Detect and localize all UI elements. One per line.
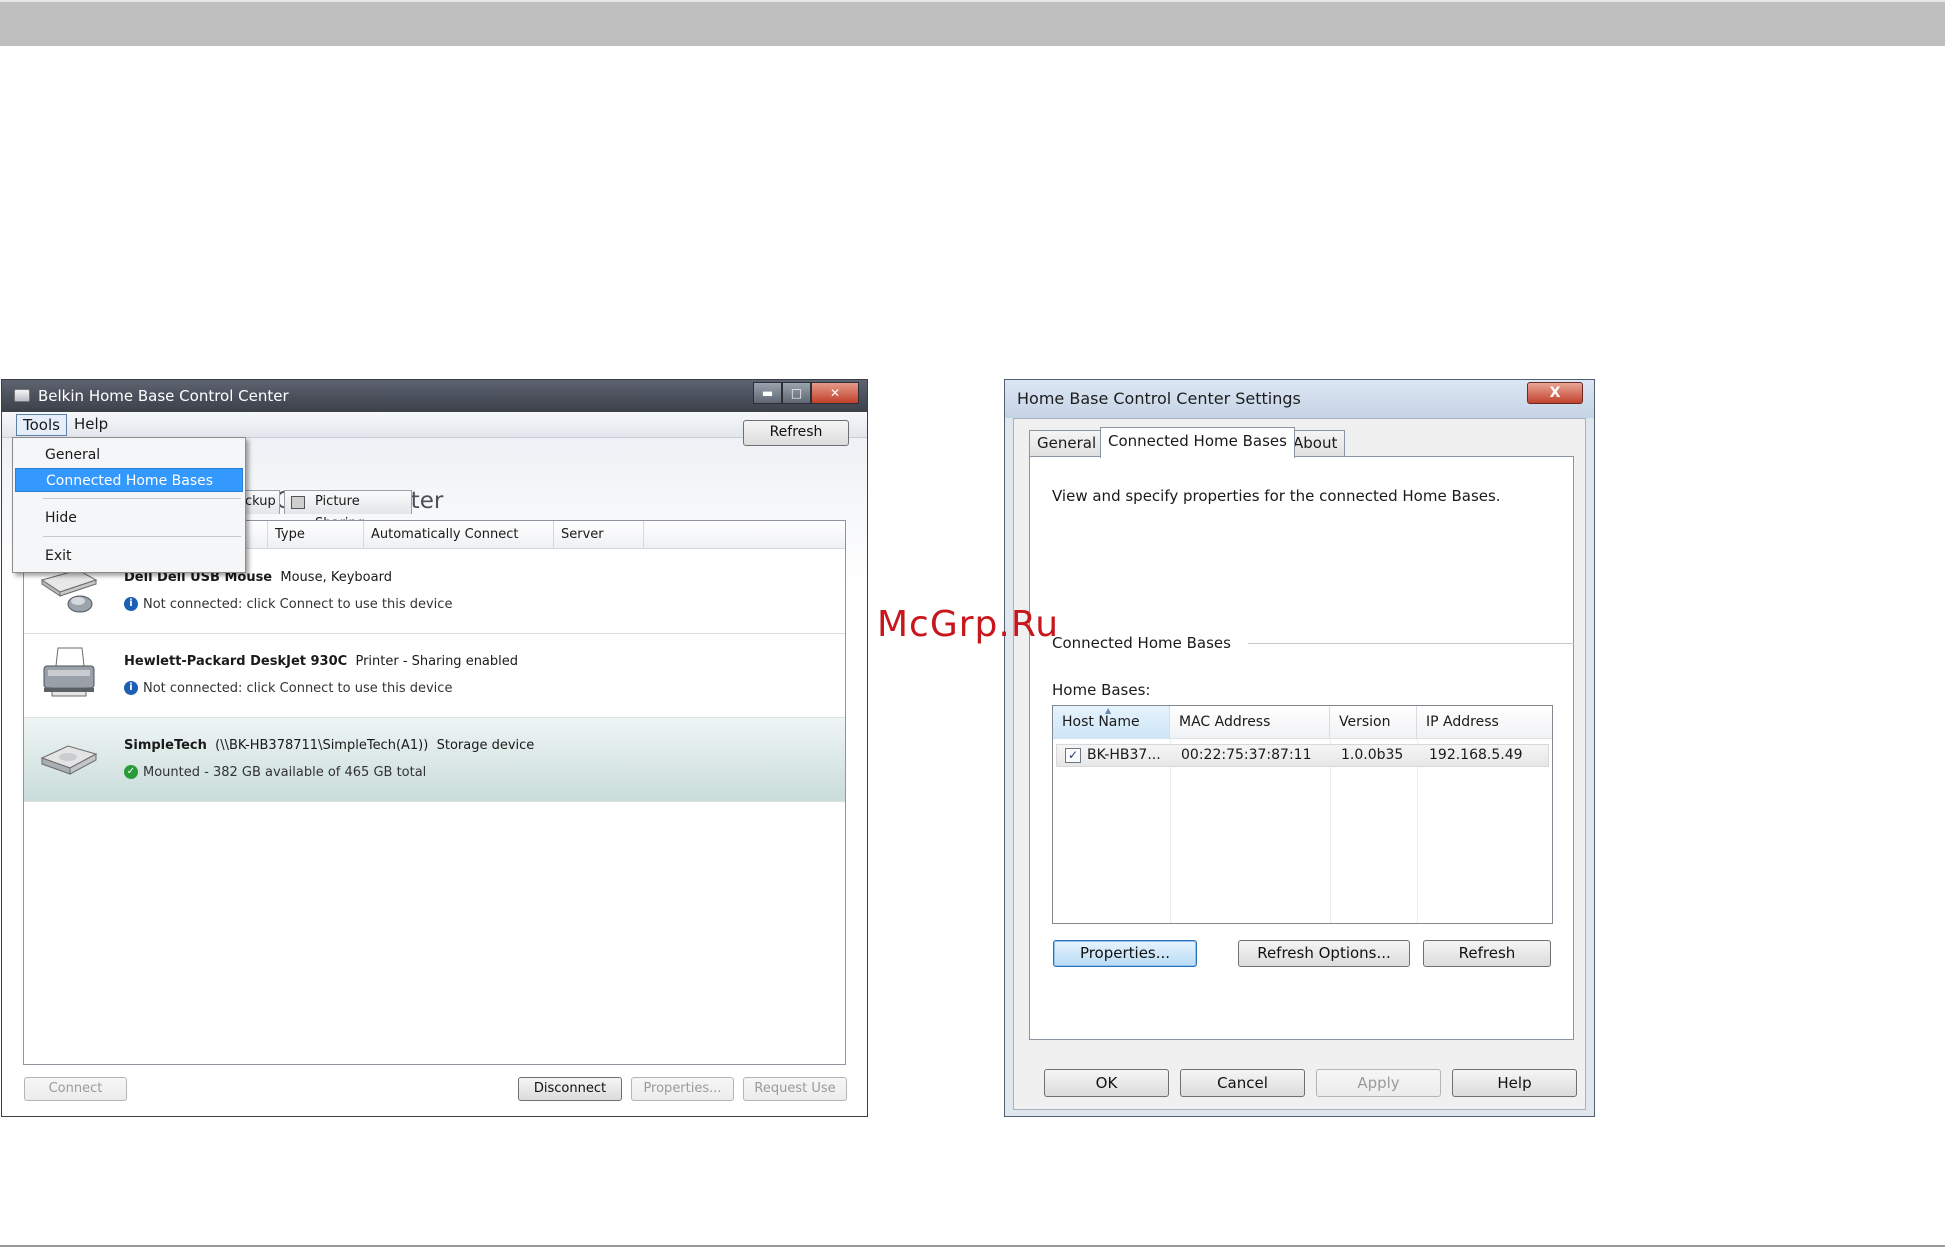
column-host-name[interactable]: ▲ Host Name [1053, 706, 1170, 739]
picture-icon [291, 496, 305, 509]
home-bases-label: Home Bases: [1052, 681, 1151, 699]
column-server[interactable]: Server [553, 521, 643, 549]
home-bases-list: ▲ Host Name MAC Address Version IP Addre… [1052, 705, 1553, 924]
menu-item-general[interactable]: General [15, 443, 243, 467]
device-row[interactable]: Hewlett-Packard DeskJet 930C Printer - S… [24, 634, 845, 718]
tab-panel: View and specify properties for the conn… [1029, 456, 1574, 1040]
menu-bar: Tools Help [2, 412, 867, 438]
tab-picture-sharing[interactable]: Picture Sharing [284, 490, 412, 531]
home-bases-list-header: ▲ Host Name MAC Address Version IP Addre… [1053, 706, 1552, 739]
close-button[interactable]: ✕ [811, 382, 859, 404]
menu-separator [43, 536, 241, 537]
column-mac-address[interactable]: MAC Address [1170, 706, 1330, 739]
group-label: Connected Home Bases [1052, 634, 1231, 652]
device-path: (\\BK-HB378711\SimpleTech(A1)) [215, 738, 429, 753]
menu-item-hide[interactable]: Hide [15, 506, 243, 530]
device-name-line: Hewlett-Packard DeskJet 930C Printer - S… [124, 654, 518, 669]
device-list: Type Automatically Connect Server Dell D… [23, 520, 846, 1065]
device-status: i Not connected: click Connect to use th… [124, 681, 452, 696]
watermark-text: McGrp.Ru [877, 604, 1060, 645]
column-version[interactable]: Version [1330, 706, 1417, 739]
menu-tools[interactable]: Tools [16, 414, 67, 436]
tab-general[interactable]: General [1029, 430, 1105, 456]
window-title-bar[interactable]: Belkin Home Base Control Center ▬ □ ✕ [2, 380, 867, 412]
info-icon: i [124, 681, 138, 695]
host-name-cell: BK-HB37... [1087, 747, 1161, 763]
device-name: Hewlett-Packard DeskJet 930C [124, 654, 348, 669]
column-empty [643, 521, 845, 549]
device-status-text: Not connected: click Connect to use this… [143, 681, 453, 696]
disconnect-button[interactable]: Disconnect [518, 1077, 622, 1101]
device-detail: Storage device [436, 738, 535, 753]
device-status: ✓ Mounted - 382 GB available of 465 GB t… [124, 765, 426, 780]
group-divider [1248, 643, 1574, 644]
column-type[interactable]: Type [267, 521, 363, 549]
dialog-title-bar[interactable]: Home Base Control Center Settings [1005, 380, 1594, 418]
cancel-button[interactable]: Cancel [1180, 1069, 1305, 1097]
ip-address-cell: 192.168.5.49 [1429, 747, 1523, 763]
menu-item-exit[interactable]: Exit [15, 544, 243, 568]
device-detail: Mouse, Keyboard [280, 570, 392, 585]
printer-icon [43, 647, 95, 697]
request-use-button[interactable]: Request Use [743, 1077, 847, 1101]
minimize-button[interactable]: ▬ [753, 382, 782, 404]
mac-address-cell: 00:22:75:37:87:11 [1181, 747, 1312, 763]
page-header-bar [0, 0, 1945, 46]
device-status: i Not connected: click Connect to use th… [124, 597, 452, 612]
hard-drive-icon [40, 745, 98, 775]
sort-ascending-icon: ▲ [1105, 706, 1112, 715]
dialog-close-button[interactable]: X [1527, 382, 1583, 404]
menu-item-connected-home-bases[interactable]: Connected Home Bases [15, 468, 243, 492]
connect-button[interactable]: Connect [24, 1077, 127, 1101]
refresh-button[interactable]: Refresh [1423, 940, 1551, 967]
menu-separator [43, 498, 241, 499]
column-host-name-label: Host Name [1062, 714, 1140, 730]
apply-button[interactable]: Apply [1316, 1069, 1441, 1097]
help-button[interactable]: Help [1452, 1069, 1577, 1097]
properties-button[interactable]: Properties... [1053, 940, 1197, 967]
tab-connected-home-bases[interactable]: Connected Home Bases [1100, 427, 1295, 458]
version-cell: 1.0.0b35 [1341, 747, 1404, 763]
device-detail: Printer - Sharing enabled [355, 654, 519, 669]
info-icon: i [124, 597, 138, 611]
device-status-text: Mounted - 382 GB available of 465 GB tot… [143, 765, 427, 780]
column-automatically-connect[interactable]: Automatically Connect [363, 521, 553, 549]
settings-dialog: Home Base Control Center Settings X Gene… [1004, 379, 1595, 1117]
tools-dropdown-menu: General Connected Home Bases Hide Exit [12, 437, 246, 573]
mouse-keyboard-icon [40, 569, 98, 613]
properties-button[interactable]: Properties... [631, 1077, 734, 1101]
check-icon: ✓ [124, 765, 138, 779]
ok-button[interactable]: OK [1044, 1069, 1169, 1097]
home-base-checkbox[interactable]: ✓ [1065, 748, 1081, 763]
device-name: SimpleTech [124, 738, 207, 753]
refresh-button[interactable]: Refresh [743, 420, 849, 446]
column-ip-address[interactable]: IP Address [1417, 706, 1552, 739]
window-title: Belkin Home Base Control Center [38, 387, 289, 405]
page-footer-line [0, 1245, 1945, 1247]
device-row[interactable]: SimpleTech (\\BK-HB378711\SimpleTech(A1)… [24, 718, 845, 802]
menu-help[interactable]: Help [68, 414, 114, 436]
device-name-line: SimpleTech (\\BK-HB378711\SimpleTech(A1)… [124, 738, 534, 753]
dialog-title: Home Base Control Center Settings [1017, 389, 1301, 408]
description-text: View and specify properties for the conn… [1052, 487, 1501, 505]
device-status-text: Not connected: click Connect to use this… [143, 597, 453, 612]
window-controls: ▬ □ ✕ [753, 382, 859, 404]
table-row[interactable]: ✓ BK-HB37... 00:22:75:37:87:11 1.0.0b35 … [1056, 744, 1549, 767]
app-icon [14, 389, 30, 402]
refresh-options-button[interactable]: Refresh Options... [1238, 940, 1410, 967]
maximize-button[interactable]: □ [782, 382, 811, 404]
